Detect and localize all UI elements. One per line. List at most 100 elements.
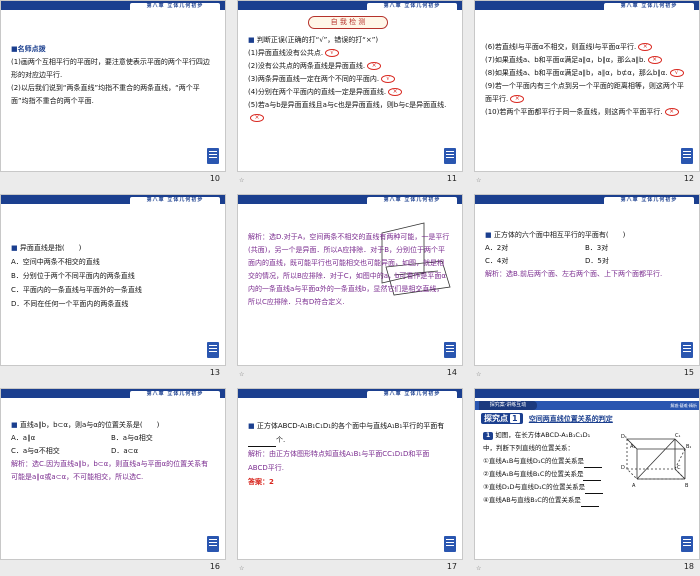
slide-15[interactable]: 第八章 立体几何初步 ■ 正方体的六个面中相互平行的平面有( ) A．2对 B．… xyxy=(474,194,700,380)
self-check-title: 自 我 检 测 xyxy=(308,16,388,29)
judge-intro: ■ 判断正误(正确的打“√”，错误的打“×”) xyxy=(248,36,379,44)
cuboid-figure: D₁ C₁ A₁ B₁ D C A B xyxy=(621,433,691,489)
cross-mark-icon: × xyxy=(367,62,382,70)
cross-mark-icon: × xyxy=(388,88,403,96)
answer-blank[interactable] xyxy=(580,499,599,507)
square-bullet-icon: ■ xyxy=(248,422,255,430)
option-b[interactable]: B．3对 xyxy=(585,242,685,255)
cross-mark-icon: × xyxy=(250,114,264,122)
explore-point-heading: 探究点 1 空间两直线位置关系的判定 xyxy=(481,413,613,425)
section-banner: 探究案·讲练互动 解惑·疑难·精析 xyxy=(475,401,699,410)
option-b[interactable]: B．a与α相交 xyxy=(111,432,211,445)
question-text: ■ 正方体的六个面中相互平行的平面有( ) xyxy=(485,231,626,239)
option-c[interactable]: C．a与α不相交 xyxy=(11,445,111,458)
chapter-tab: 第八章 立体几何初步 xyxy=(366,2,458,10)
option-a[interactable]: A．空间中两条不相交的直线 xyxy=(11,255,211,269)
slide-10[interactable]: 第八章 立体几何初步 ■名师点拨 (1)画两个互相平行的平面时，要注意使表示平面… xyxy=(0,0,226,186)
judge-item: (5)若a与b是异面直线且a与c也是异面直线，则b与c是异面直线.× xyxy=(248,101,447,122)
example-intro-b: 中，判断下列直线的位置关系： xyxy=(483,444,574,452)
corner-book-icon xyxy=(681,536,693,552)
slide-card: 探究案·讲练互动 解惑·疑难·精析 探究点 1 空间两直线位置关系的判定 1 如图… xyxy=(474,388,700,560)
chapter-tab: 第八章 立体几何初步 xyxy=(129,196,221,204)
option-d[interactable]: D．5对 xyxy=(585,255,685,268)
answer-blank[interactable] xyxy=(584,460,602,468)
star-icon: ☆ xyxy=(476,565,482,572)
tip-paragraph-1: (1)画两个互相平行的平面时，要注意使表示平面的两个平行四边形的对应边平行. xyxy=(11,58,210,79)
slide-16[interactable]: 第八章 立体几何初步 ■ 直线a∥b，b⊂α，则a与α的位置关系是( ) A．a… xyxy=(0,388,226,574)
cross-mark-icon: × xyxy=(638,43,653,51)
option-c[interactable]: C．平面内的一条直线与平面外的一条直线 xyxy=(11,283,211,297)
answer-blank[interactable] xyxy=(248,439,276,447)
example-intro-a: 1 如图，在长方体ABCD-A₁B₁C₁D₁ xyxy=(483,429,609,442)
banner-label: 探究案·讲练互动 xyxy=(479,401,537,410)
option-d[interactable]: D．不同在任何一个平面内的两条直线 xyxy=(11,297,211,311)
option-b[interactable]: B．分别位于两个不同平面内的两条直线 xyxy=(11,269,211,283)
banner-right-text: 解惑·疑难·精析 xyxy=(670,403,697,408)
corner-book-icon xyxy=(681,148,693,164)
judge-item: (10)若两个平面都平行于同一条直线，则这两个平面平行. × xyxy=(485,106,685,119)
option-a[interactable]: A．a∥α xyxy=(11,432,111,445)
corner-book-icon xyxy=(207,536,219,552)
judge-item: (2)没有公共点的两条直线是异面直线. × xyxy=(248,60,448,73)
star-icon: ☆ xyxy=(239,371,245,378)
slide-12[interactable]: 第八章 立体几何初步 (6)若直线l与平面α不相交，则直线l与平面α平行. × (… xyxy=(474,0,700,186)
slide-card: 第八章 立体几何初步 (6)若直线l与平面α不相交，则直线l与平面α平行. × (… xyxy=(474,0,700,172)
vertex-label: D₁ xyxy=(621,434,627,440)
slide-17[interactable]: 第八章 立体几何初步 ■ 正方体ABCD-A₁B₁C₁D₁的各个面中与直线A₁B… xyxy=(237,388,463,574)
slide-number: 13 xyxy=(209,368,220,377)
vertex-label: A₁ xyxy=(630,444,635,450)
relation-item-1: ①直线A₁B与直线D₁C的位置关系是 xyxy=(483,455,609,468)
analysis-text: 解析：由正方体图形特点知直线A₁B₁与平面CC₁D₁D和平面ABCD平行. xyxy=(248,450,430,472)
cross-mark-icon: × xyxy=(510,95,525,103)
slide-number: 12 xyxy=(683,174,694,183)
check-mark-icon: √ xyxy=(381,75,396,83)
slide-card: 第八章 立体几何初步 ■ 异面直线是指( ) A．空间中两条不相交的直线 B．分… xyxy=(0,194,226,366)
judge-item: (3)两条异面直线一定在两个不同的平面内. √ xyxy=(248,73,448,86)
corner-book-icon xyxy=(444,342,456,358)
cross-mark-icon: × xyxy=(647,56,662,64)
option-c[interactable]: C．4对 xyxy=(485,255,585,268)
example-badge: 1 xyxy=(483,432,494,440)
slide-number: 15 xyxy=(683,368,694,377)
chapter-tab: 第八章 立体几何初步 xyxy=(129,2,221,10)
corner-book-icon xyxy=(681,342,693,358)
vertex-label: B xyxy=(685,483,689,489)
square-bullet-icon: ■ xyxy=(248,36,255,44)
chapter-tab: 第八章 立体几何初步 xyxy=(129,390,221,398)
analysis-text: 解析：选D.对于A，空间两条不相交的直线有两种可能，一是平行(共面)，另一个是异… xyxy=(248,233,450,306)
question-text: ■ 直线a∥b，b⊂α，则a与α的位置关系是( ) xyxy=(11,421,160,429)
slide-11[interactable]: 第八章 立体几何初步 自 我 检 测 ■ 判断正误(正确的打“√”，错误的打“×… xyxy=(237,0,463,186)
slide-18[interactable]: 探究案·讲练互动 解惑·疑难·精析 探究点 1 空间两直线位置关系的判定 1 如图… xyxy=(474,388,700,574)
answer-blank[interactable] xyxy=(585,486,604,494)
chapter-tab: 第八章 立体几何初步 xyxy=(366,390,458,398)
explore-point-badge: 探究点 1 xyxy=(481,413,523,424)
option-a[interactable]: A．2对 xyxy=(485,242,585,255)
slide-13[interactable]: 第八章 立体几何初步 ■ 异面直线是指( ) A．空间中两条不相交的直线 B．分… xyxy=(0,194,226,380)
corner-book-icon xyxy=(207,342,219,358)
slide-card: 第八章 立体几何初步 自 我 检 测 ■ 判断正误(正确的打“√”，错误的打“×… xyxy=(237,0,463,172)
slide-card: 第八章 立体几何初步 ■名师点拨 (1)画两个互相平行的平面时，要注意使表示平面… xyxy=(0,0,226,172)
section-heading: ■名师点拨 xyxy=(11,45,46,53)
chapter-tab: 第八章 立体几何初步 xyxy=(603,196,695,204)
judge-item: (6)若直线l与平面α不相交，则直线l与平面α平行. × xyxy=(485,41,685,54)
vertex-label: B₁ xyxy=(686,444,691,450)
option-d[interactable]: D．a⊂α xyxy=(111,445,211,458)
judge-item: (1)异面直线没有公共点. √ xyxy=(248,47,448,60)
slide-card: 第八章 立体几何初步 解析：选D.对于A，空间两条不相交的直线有两种可能，一是平… xyxy=(237,194,463,366)
relation-item-3: ③直线D₁D与直线D₁C的位置关系是 xyxy=(483,481,609,494)
slide-14[interactable]: 第八章 立体几何初步 解析：选D.对于A，空间两条不相交的直线有两种可能，一是平… xyxy=(237,194,463,380)
slide-number: 11 xyxy=(446,174,457,183)
slide-card: 第八章 立体几何初步 ■ 正方体ABCD-A₁B₁C₁D₁的各个面中与直线A₁B… xyxy=(237,388,463,560)
slide-card: 第八章 立体几何初步 ■ 正方体的六个面中相互平行的平面有( ) A．2对 B．… xyxy=(474,194,700,366)
judge-item: (9)若一个平面内有三个点到另一个平面的距离相等，则这两个平面平行. × xyxy=(485,82,684,103)
slide-number: 17 xyxy=(446,562,457,571)
answer-text: 答案：2 xyxy=(248,478,274,486)
question-text: ■ 异面直线是指( ) xyxy=(11,244,82,252)
slide-number: 10 xyxy=(209,174,220,183)
slide-number: 16 xyxy=(209,562,220,571)
star-icon: ☆ xyxy=(239,177,245,184)
vertex-label: A xyxy=(632,483,636,489)
answer-blank[interactable] xyxy=(583,473,602,481)
top-bar xyxy=(475,389,699,398)
slide-card: 第八章 立体几何初步 ■ 直线a∥b，b⊂α，则a与α的位置关系是( ) A．a… xyxy=(0,388,226,560)
